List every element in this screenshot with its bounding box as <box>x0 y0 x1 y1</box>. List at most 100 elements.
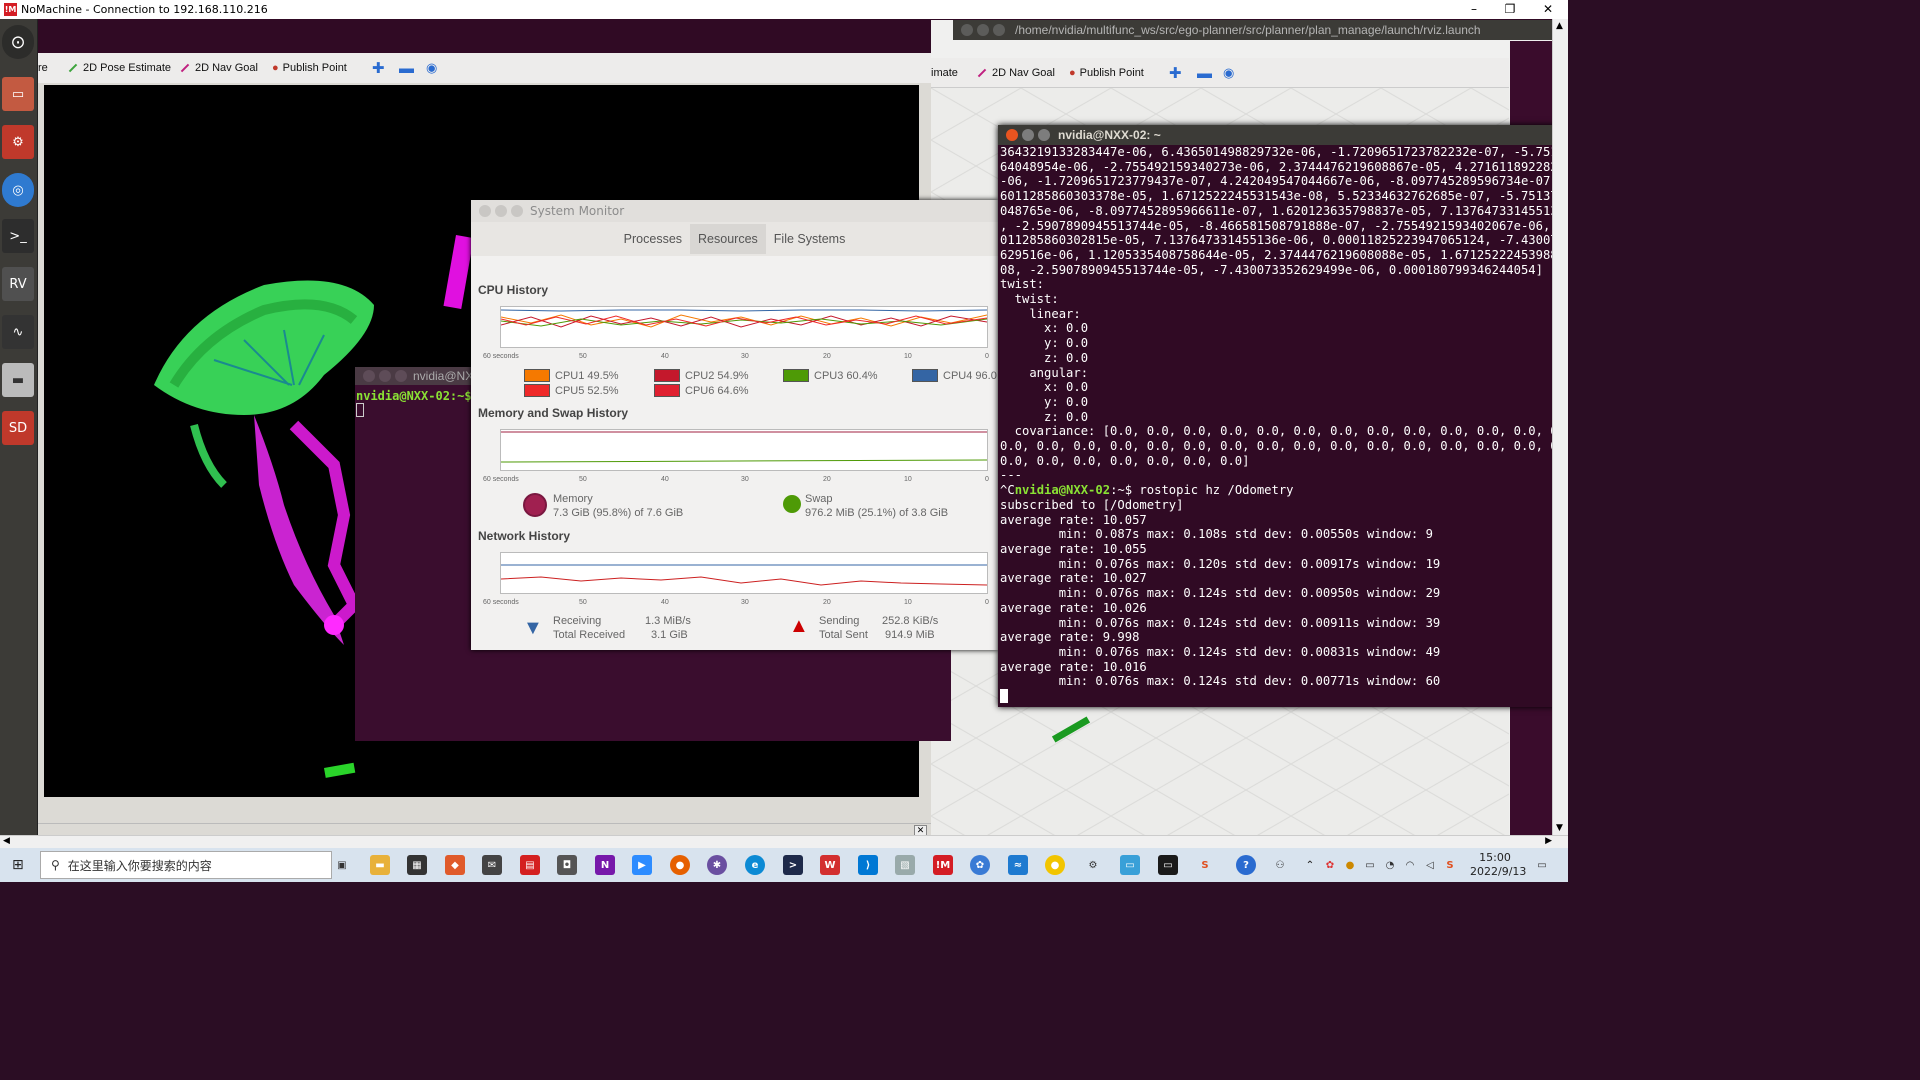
cpu2-swatch[interactable] <box>654 369 680 382</box>
tool-nav-goal[interactable]: 2D Nav Goal <box>180 53 258 83</box>
windows-start-icon[interactable]: ⊞ <box>12 857 24 873</box>
zoom-out-icon[interactable]: ▬ <box>399 53 414 83</box>
remote-desktop[interactable]: /home/nvidia/multifunc_ws/src/ego-planne… <box>0 19 1552 835</box>
horizontal-scrollbar[interactable]: ◀ ▶ <box>0 835 1568 848</box>
maximize-dot-icon[interactable] <box>395 370 407 382</box>
task-view-icon[interactable]: ▣ <box>332 855 352 875</box>
minimize-dot-icon[interactable] <box>1022 129 1034 141</box>
memory-pie-icon[interactable] <box>523 493 547 517</box>
close-dot-icon[interactable] <box>961 24 973 36</box>
drive-icon[interactable]: ▬ <box>2 363 34 397</box>
close-panel-icon[interactable]: ✕ <box>914 825 927 835</box>
settings-taskbar-icon[interactable]: ⚙ <box>1083 855 1103 875</box>
maximize-dot-icon[interactable] <box>993 24 1005 36</box>
powershell-icon[interactable]: > <box>783 855 803 875</box>
volume-icon[interactable]: ◁ <box>1420 855 1440 875</box>
app-icon-3[interactable]: ✱ <box>707 855 727 875</box>
terminal-icon[interactable]: >_ <box>2 219 34 253</box>
chromium-icon[interactable]: ◎ <box>2 173 34 207</box>
maximize-dot-icon[interactable] <box>511 205 523 217</box>
cpu-history-heading: CPU History <box>478 283 549 297</box>
cpu3-swatch[interactable] <box>783 369 809 382</box>
view-options-icon[interactable]: ◉ <box>426 53 437 83</box>
search-placeholder: 在这里输入你要搜索的内容 <box>67 858 212 873</box>
zoom-out-icon[interactable]: ▬ <box>1197 58 1212 88</box>
tray-icon-1[interactable]: ✿ <box>1320 855 1340 875</box>
maximize-dot-icon[interactable] <box>1038 129 1050 141</box>
camera-icon[interactable]: ◘ <box>557 855 577 875</box>
zoom-in-icon[interactable]: ✚ <box>372 53 385 83</box>
app-icon-1[interactable]: ◆ <box>445 855 465 875</box>
tool-measure-partial[interactable]: re <box>38 53 48 83</box>
tray-icon-3[interactable]: ◔ <box>1380 855 1400 875</box>
cpu5-swatch[interactable] <box>524 384 550 397</box>
wifi-icon[interactable]: ◠ <box>1400 855 1420 875</box>
files-icon[interactable]: ▭ <box>2 77 34 111</box>
tool-publish-point[interactable]: ● Publish Point <box>272 53 347 83</box>
cpu1-swatch[interactable] <box>524 369 550 382</box>
tab-processes[interactable]: Processes <box>616 224 690 254</box>
minimize-dot-icon[interactable] <box>977 24 989 36</box>
ime-icon[interactable]: S <box>1440 855 1460 875</box>
tool-publish-point-right[interactable]: ● Publish Point <box>1069 58 1144 88</box>
edge-icon[interactable]: e <box>745 855 765 875</box>
system-monitor-icon[interactable]: ∿ <box>2 315 34 349</box>
app-icon-6[interactable]: ≈ <box>1008 855 1028 875</box>
view-options-icon[interactable]: ◉ <box>1223 58 1234 88</box>
minimize-button[interactable]: – <box>1456 0 1492 18</box>
app-icon-2[interactable]: ▤ <box>520 855 540 875</box>
minimize-dot-icon[interactable] <box>495 205 507 217</box>
zoom-icon[interactable]: ▶ <box>632 855 652 875</box>
taskbar-clock[interactable]: 15:00 2022/9/13 <box>1470 851 1526 879</box>
onenote-icon[interactable]: N <box>595 855 615 875</box>
app-icon-4[interactable]: ▧ <box>895 855 915 875</box>
ubuntu-logo-icon[interactable]: ⊙ <box>2 25 34 59</box>
cpu4-swatch[interactable] <box>912 369 938 382</box>
tab-resources[interactable]: Resources <box>690 224 766 254</box>
mail-icon[interactable]: ✉ <box>482 855 502 875</box>
app-icon-7[interactable]: ● <box>1045 855 1065 875</box>
settings-icon[interactable]: ⚙ <box>2 125 34 159</box>
notification-icon[interactable]: ▭ <box>1532 855 1552 875</box>
scroll-right-icon[interactable]: ▶ <box>1545 836 1552 846</box>
sending-arrow-icon[interactable]: ▲ <box>789 615 809 638</box>
swap-pie-icon[interactable] <box>783 495 801 513</box>
vertical-scrollbar[interactable]: ▲ ▼ <box>1552 19 1568 835</box>
firefox-icon[interactable]: ● <box>670 855 690 875</box>
app-icon-5[interactable]: ✿ <box>970 855 990 875</box>
scroll-left-icon[interactable]: ◀ <box>3 836 10 846</box>
terminal-right[interactable]: nvidia@NXX-02: ~ 3643219133283447e-06, 6… <box>998 125 1552 707</box>
maximize-button[interactable]: ❐ <box>1492 0 1528 18</box>
store-icon[interactable]: ▦ <box>407 855 427 875</box>
close-dot-icon[interactable] <box>1006 129 1018 141</box>
tool-pose-estimate-partial[interactable]: imate <box>931 58 958 88</box>
file-explorer-icon[interactable]: ▬ <box>370 855 390 875</box>
terminal-taskbar-icon[interactable]: ▭ <box>1158 855 1178 875</box>
tab-file-systems[interactable]: File Systems <box>766 224 854 254</box>
cpu6-swatch[interactable] <box>654 384 680 397</box>
minimize-dot-icon[interactable] <box>379 370 391 382</box>
people-icon[interactable]: ⚇ <box>1270 855 1290 875</box>
zoom-in-icon[interactable]: ✚ <box>1169 58 1182 88</box>
scroll-up-icon[interactable]: ▲ <box>1556 21 1563 31</box>
sd-card-icon[interactable]: SD <box>2 411 34 445</box>
tray-chevron-icon[interactable]: ⌃ <box>1300 855 1320 875</box>
close-dot-icon[interactable] <box>479 205 491 217</box>
battery-icon[interactable]: ▭ <box>1360 855 1380 875</box>
tool-nav-goal-right[interactable]: 2D Nav Goal <box>977 58 1055 88</box>
close-button[interactable]: ✕ <box>1530 0 1566 18</box>
taskbar-search-box[interactable]: ⚲ 在这里输入你要搜索的内容 <box>40 851 332 879</box>
rostopic-line: min: 0.087s max: 0.108s std dev: 0.00550… <box>1000 527 1433 542</box>
help-icon[interactable]: ? <box>1236 855 1256 875</box>
scroll-down-icon[interactable]: ▼ <box>1556 823 1563 833</box>
receiving-arrow-icon[interactable]: ▼ <box>523 617 543 640</box>
rviz-icon[interactable]: RV <box>2 267 34 301</box>
app-icon-8[interactable]: ▭ <box>1120 855 1140 875</box>
app-icon-9[interactable]: S <box>1195 855 1215 875</box>
tool-pose-estimate[interactable]: 2D Pose Estimate <box>68 53 171 83</box>
close-dot-icon[interactable] <box>363 370 375 382</box>
wps-icon[interactable]: W <box>820 855 840 875</box>
nomachine-taskbar-icon[interactable]: !M <box>933 855 953 875</box>
tray-icon-2[interactable]: ● <box>1340 855 1360 875</box>
vscode-icon[interactable]: ⟩ <box>858 855 878 875</box>
